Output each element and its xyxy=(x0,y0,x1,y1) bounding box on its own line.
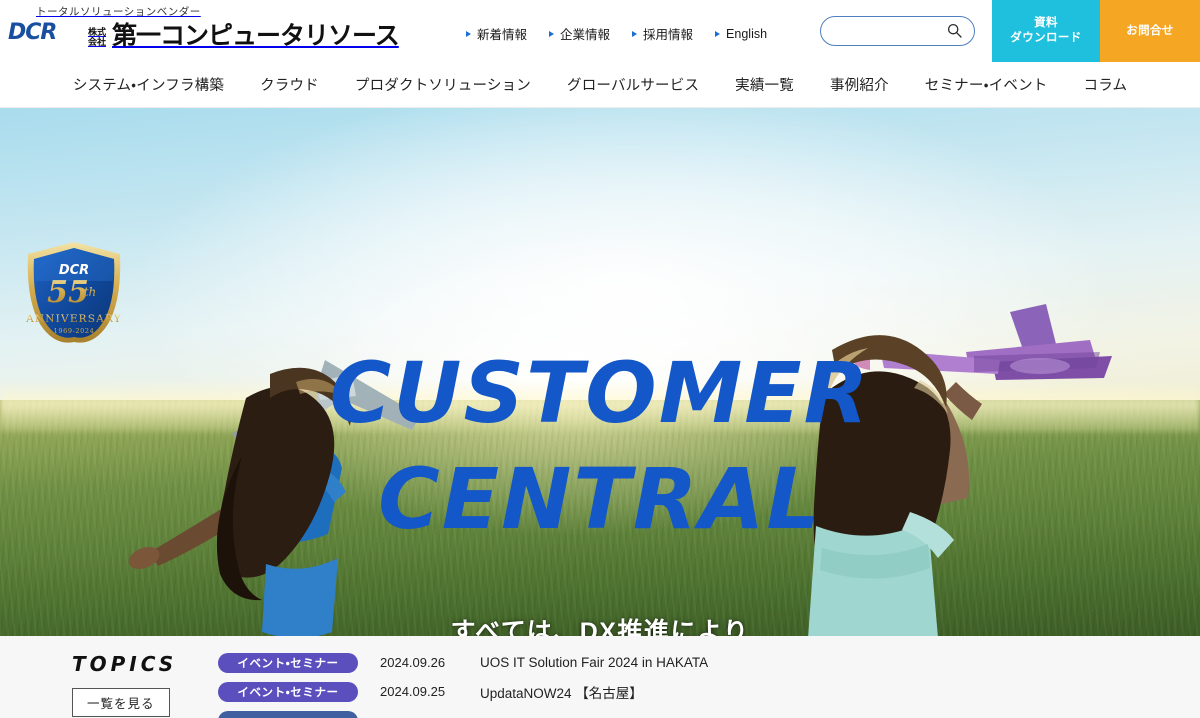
nav-item-seminar-event[interactable]: セミナー・イベント xyxy=(907,74,1066,95)
topic-date: 2024.09.26 xyxy=(380,655,446,670)
nav-item-cloud[interactable]: クラウド xyxy=(242,74,337,95)
topics-title: TOPICS xyxy=(72,652,178,676)
global-nav: システム・インフラ構築 クラウド プロダクトソリューション グローバルサービス … xyxy=(0,62,1200,108)
svg-text:55: 55 xyxy=(47,275,89,310)
utility-link-label: 企業情報 xyxy=(560,28,611,42)
utility-nav: 新着情報 企業情報 採用情報 English xyxy=(466,24,767,43)
hero-subheadline: すべては、DX推進により お客様のビジネスの力を向上していくために xyxy=(0,606,1200,636)
nav-item-results[interactable]: 実績一覧 xyxy=(717,74,812,95)
hero-headline-line2: CENTRAL xyxy=(378,450,822,548)
utility-link-recruit[interactable]: 採用情報 xyxy=(632,24,693,43)
brand-tagline: トータルソリューションベンダー xyxy=(36,6,201,18)
triangle-right-icon xyxy=(549,30,555,37)
utility-link-label: 採用情報 xyxy=(643,28,694,42)
nav-item-product-solution[interactable]: プロダクトソリューション xyxy=(337,74,549,95)
contact-button[interactable]: お問合せ xyxy=(1100,0,1200,62)
topics-section: TOPICS 一覧を見る イベント・セミナー 2024.09.26 UOS IT… xyxy=(0,636,1200,718)
svg-text:th: th xyxy=(84,285,97,299)
company-prefix: 株式 会社 xyxy=(88,27,107,47)
search-area xyxy=(820,16,975,46)
topic-category-badge xyxy=(218,710,358,718)
hero-headline-line1: CUSTOMER xyxy=(329,344,871,442)
topic-title: UOS IT Solution Fair 2024 in HAKATA xyxy=(480,655,709,670)
site-logo[interactable]: トータルソリューションベンダー DCR 株式 会社 第一コンピュータリソース xyxy=(8,4,400,50)
triangle-right-icon xyxy=(466,30,471,37)
contact-button-label: お問合せ xyxy=(1126,24,1174,37)
utility-link-company[interactable]: 企業情報 xyxy=(549,24,610,43)
dcr-logo-icon: DCR xyxy=(8,20,82,49)
svg-text:1969-2024: 1969-2024 xyxy=(54,327,95,335)
hero-headline: CUSTOMER CENTRAL xyxy=(0,340,1200,552)
topic-row[interactable]: イベント・セミナー 2024.09.26 UOS IT Solution Fai… xyxy=(218,648,1148,677)
company-name: 第一コンピュータリソース xyxy=(112,21,400,50)
topic-row[interactable] xyxy=(218,706,1148,718)
svg-text:DCR: DCR xyxy=(8,20,56,44)
anniversary-badge-icon: DCR 55 th ANNIVERSARY 1969-2024 xyxy=(18,236,130,348)
hero-section: DCR 55 th ANNIVERSARY 1969-2024 CUSTOMER… xyxy=(0,108,1200,636)
topic-category-badge: イベント・セミナー xyxy=(218,652,358,673)
topics-list: イベント・セミナー 2024.09.26 UOS IT Solution Fai… xyxy=(218,648,1148,718)
utility-link-english[interactable]: English xyxy=(715,27,767,41)
topic-row[interactable]: イベント・セミナー 2024.09.25 UpdataNOW24 【名古屋】 xyxy=(218,677,1148,706)
hero-subheadline-line1: すべては、DX推進により xyxy=(450,618,750,636)
site-header: トータルソリューションベンダー DCR 株式 会社 第一コンピュータリソース 新着… xyxy=(0,0,1200,62)
topic-date: 2024.09.25 xyxy=(380,684,446,699)
download-button[interactable]: 資料 ダウンロード xyxy=(992,0,1100,62)
download-button-line2: ダウンロード xyxy=(1010,32,1082,44)
utility-link-news[interactable]: 新着情報 xyxy=(466,24,527,43)
topic-title: UpdataNOW24 【名古屋】 xyxy=(480,685,643,701)
triangle-right-icon xyxy=(715,30,721,37)
svg-text:ANNIVERSARY: ANNIVERSARY xyxy=(25,313,122,325)
topic-category-badge: イベント・セミナー xyxy=(218,681,358,702)
nav-item-system-infra[interactable]: システム・インフラ構築 xyxy=(55,74,242,95)
utility-link-label: English xyxy=(726,26,768,41)
nav-item-column[interactable]: コラム xyxy=(1066,74,1146,95)
triangle-right-icon xyxy=(632,30,638,37)
download-button-line1: 資料 xyxy=(1034,17,1058,29)
nav-item-case-studies[interactable]: 事例紹介 xyxy=(812,74,907,95)
utility-link-label: 新着情報 xyxy=(477,28,528,42)
search-icon[interactable] xyxy=(947,23,962,38)
nav-item-global-service[interactable]: グローバルサービス xyxy=(549,74,717,95)
topics-view-all-button[interactable]: 一覧を見る xyxy=(72,688,170,717)
topics-heading-block: TOPICS 一覧を見る xyxy=(72,652,192,717)
